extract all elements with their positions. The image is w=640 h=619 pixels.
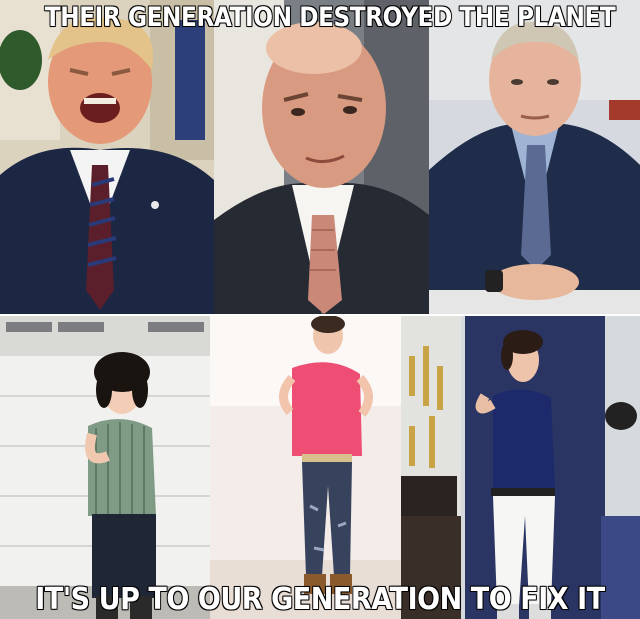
panel-top-middle <box>214 0 429 314</box>
panel-bottom-middle <box>210 316 401 619</box>
panel-top-right <box>429 0 640 314</box>
panel-bottom-right <box>401 316 640 619</box>
top-caption: THEIR GENERATION DESTROYED THE PLANET <box>44 1 616 33</box>
meme-image: THEIR GENERATION DESTROYED THE PLANET IT… <box>0 0 640 619</box>
bottom-caption: IT'S UP TO OUR GENERATION TO FIX IT <box>35 581 606 617</box>
panel-top-left <box>0 0 214 314</box>
panel-bottom-left <box>0 316 210 619</box>
